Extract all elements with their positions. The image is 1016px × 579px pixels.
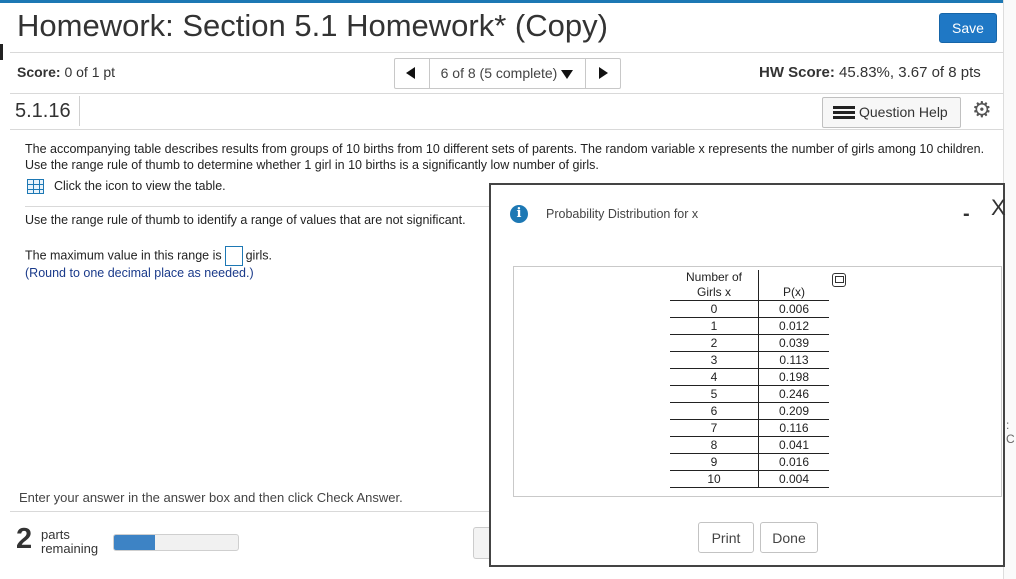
cell-girls: 6	[670, 402, 759, 420]
enter-answer-note: Enter your answer in the answer box and …	[19, 490, 403, 505]
cell-girls: 2	[670, 334, 759, 352]
cell-girls: 10	[670, 470, 759, 488]
close-button[interactable]: X	[991, 195, 1006, 221]
save-button[interactable]: Save	[939, 13, 997, 43]
question-selector-label: 6 of 8 (5 complete)	[440, 65, 558, 81]
hw-score-label: HW Score:	[759, 64, 835, 81]
question-selector[interactable]: 6 of 8 (5 complete)	[430, 59, 584, 88]
chevron-down-icon	[561, 69, 574, 79]
cell-probability: 0.006	[758, 300, 829, 318]
print-button[interactable]: Print	[698, 522, 754, 553]
dialog-title: Probability Distribution for x	[546, 207, 699, 221]
parts-count: 2	[16, 523, 33, 555]
score: Score: 0 of 1 pt	[17, 64, 115, 80]
table-row: 6 0.209	[670, 402, 829, 420]
cell-probability: 0.004	[758, 470, 829, 488]
cell-girls: 1	[670, 317, 759, 335]
divider	[10, 129, 1003, 130]
table-row: 7 0.116	[670, 419, 829, 437]
probability-table-dialog: i Probability Distribution for x - X Num…	[489, 183, 1006, 567]
table-row: 3 0.113	[670, 351, 829, 369]
cell-probability: 0.113	[758, 351, 829, 369]
progress-fill	[114, 535, 155, 550]
cell-girls: 7	[670, 419, 759, 437]
left-edge-marker	[0, 44, 3, 60]
table-row: 0 0.006	[670, 300, 829, 318]
question-help-button[interactable]: Question Help	[822, 97, 961, 128]
divider	[10, 52, 1003, 53]
question-help-label: Question Help	[859, 104, 948, 120]
arrow-right-icon	[599, 67, 608, 79]
list-icon	[833, 106, 855, 120]
done-button[interactable]: Done	[760, 522, 818, 553]
score-label: Score:	[17, 64, 61, 80]
header-number-of-girls: Number of Girls x	[670, 270, 759, 301]
answer-line: The maximum value in this range is girls.	[25, 246, 272, 266]
cell-girls: 8	[670, 436, 759, 454]
cell-girls: 3	[670, 351, 759, 369]
cell-probability: 0.041	[758, 436, 829, 454]
minimize-button[interactable]: -	[963, 203, 970, 226]
cell-probability: 0.209	[758, 402, 829, 420]
cell-probability: 0.016	[758, 453, 829, 471]
cell-girls: 4	[670, 368, 759, 386]
table-row: 9 0.016	[670, 453, 829, 471]
question-number-box: 5.1.16	[10, 96, 80, 126]
info-icon: i	[510, 205, 528, 223]
question-text: The accompanying table describes results…	[25, 142, 985, 172]
cell-girls: 5	[670, 385, 759, 403]
question-number: 5.1.16	[15, 100, 71, 122]
answer-suffix: girls.	[245, 248, 273, 263]
cell-girls: 9	[670, 453, 759, 471]
table-row: 2 0.039	[670, 334, 829, 352]
round-note: (Round to one decimal place as needed.)	[25, 266, 254, 280]
parts-label-line2: remaining	[41, 541, 99, 556]
header-probability: P(x)	[783, 285, 805, 299]
table-row: 10 0.004	[670, 470, 829, 488]
parts-progress-bar	[113, 534, 239, 551]
table-row: 5 0.246	[670, 385, 829, 403]
table-row: 1 0.012	[670, 317, 829, 335]
instruction-text: Use the range rule of thumb to identify …	[25, 213, 466, 227]
cell-girls: 0	[670, 300, 759, 318]
cell-probability: 0.246	[758, 385, 829, 403]
table-row: 8 0.041	[670, 436, 829, 454]
gear-icon[interactable]: ⚙	[972, 99, 992, 121]
cell-probability: 0.039	[758, 334, 829, 352]
cell-probability: 0.198	[758, 368, 829, 386]
arrow-left-icon	[406, 67, 415, 79]
table-icon[interactable]	[27, 179, 44, 194]
hw-score: HW Score: 45.83%, 3.67 of 8 pts	[759, 64, 981, 81]
answer-input[interactable]	[224, 246, 243, 266]
divider	[25, 206, 490, 207]
clipped-text: : C	[1006, 418, 1015, 446]
hw-score-value: 45.83%, 3.67 of 8 pts	[839, 64, 981, 81]
page-title: Homework: Section 5.1 Homework* (Copy)	[17, 8, 608, 43]
cell-probability: 0.012	[758, 317, 829, 335]
table-row: 4 0.198	[670, 368, 829, 386]
divider	[10, 93, 1003, 94]
score-value: 0 of 1 pt	[64, 64, 116, 80]
next-question-button[interactable]	[585, 59, 620, 88]
probability-table: Number of Girls x P(x) 0 0.006 1 0.012 2 0.03…	[670, 270, 829, 488]
previous-question-button[interactable]	[395, 59, 430, 88]
copy-icon[interactable]	[832, 273, 846, 287]
table-panel: Number of Girls x P(x) 0 0.006 1 0.012 2 0.03…	[513, 266, 1002, 497]
view-table-label: Click the icon to view the table.	[54, 179, 226, 193]
cell-probability: 0.116	[758, 419, 829, 437]
parts-remaining-label: parts remaining	[41, 528, 98, 556]
divider	[10, 511, 490, 512]
answer-prefix: The maximum value in this range is	[25, 248, 222, 263]
parts-label-line1: parts	[41, 527, 70, 542]
question-navigator: 6 of 8 (5 complete)	[394, 58, 621, 89]
top-accent-line	[0, 0, 1004, 3]
